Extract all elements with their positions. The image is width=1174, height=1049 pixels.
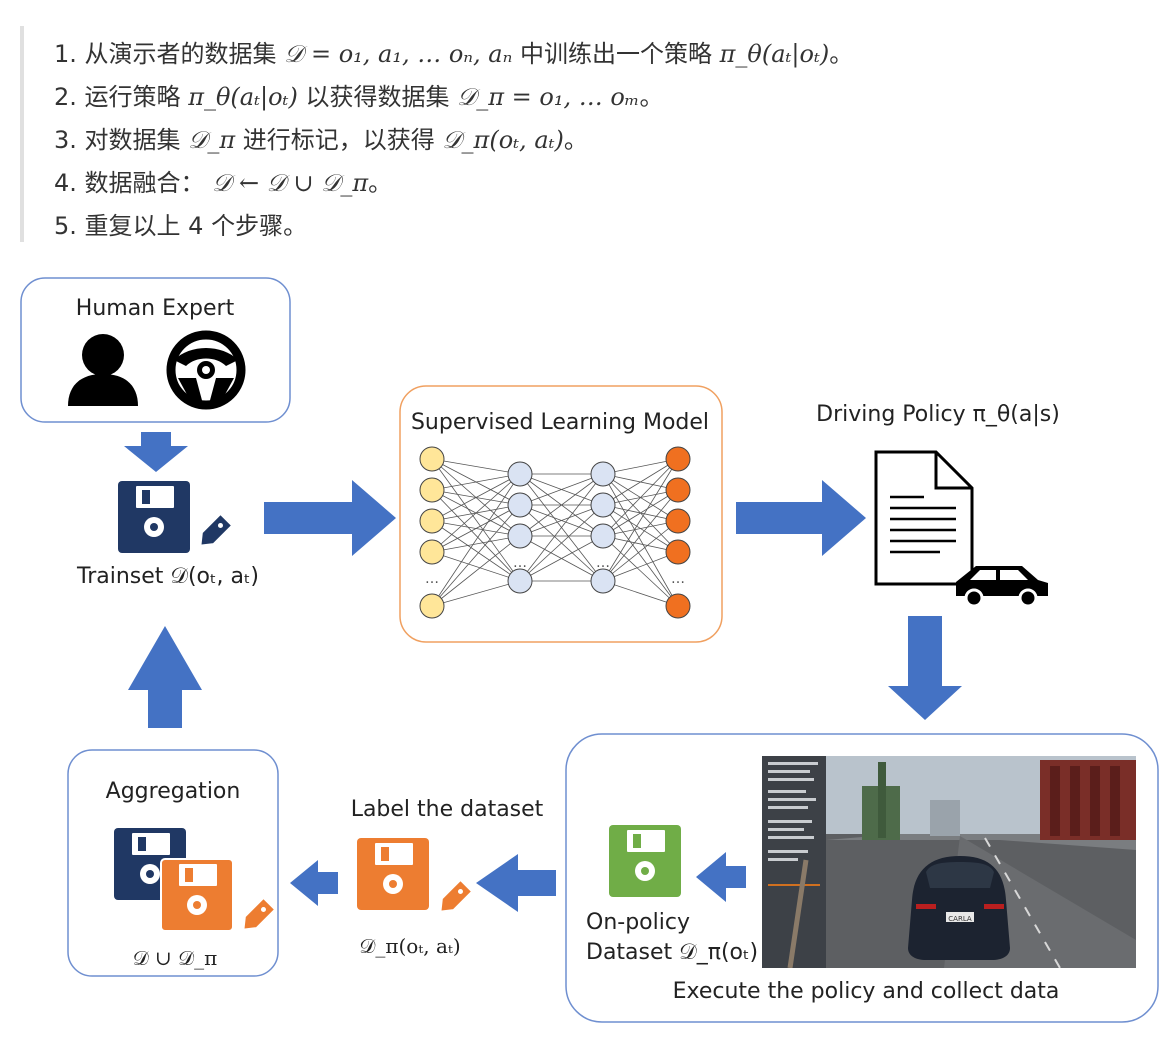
- network-node-l3-1: [590, 461, 616, 487]
- label-formula: 𝒟_π(oₜ, aₜ): [359, 934, 461, 958]
- arrow-to-model: [264, 480, 396, 556]
- trainset-label: Trainset 𝒟(oₜ, aₜ): [76, 564, 260, 589]
- network-node-l2-3: [507, 523, 533, 549]
- aggregation-formula: 𝒟 ∪ 𝒟_π: [132, 946, 218, 970]
- network-node-l2-2: [507, 492, 533, 518]
- dagger-diagram: … … … … CARLA: [20, 277, 1159, 1023]
- ellipsis-col1: …: [425, 571, 439, 587]
- simulator-screenshot: CARLA: [762, 756, 1136, 968]
- trainset-disk-icon: [118, 481, 233, 553]
- network-node-l2-1: [507, 461, 533, 487]
- model-label: Supervised Learning Model: [410, 410, 710, 435]
- network-node-l4-4: [665, 539, 691, 565]
- ellipsis-col2: …: [513, 555, 527, 571]
- onpolicy-line1: On-policy: [586, 910, 690, 935]
- label-disk-icon: [357, 838, 473, 913]
- network-node-l4-2: [665, 477, 691, 503]
- network-node-l3-3: [590, 523, 616, 549]
- network-node-l3-2: [590, 492, 616, 518]
- network-node-l4-5: [665, 593, 691, 619]
- network-node-l2-4: [507, 568, 533, 594]
- network-node-l1-5: [419, 593, 445, 619]
- arrow-to-aggregation: [290, 860, 338, 906]
- arrow-to-label: [476, 854, 556, 912]
- aggregation-label: Aggregation: [105, 779, 241, 804]
- network-node-l1-4: [419, 539, 445, 565]
- human-expert-label: Human Expert: [75, 296, 235, 321]
- document-icon: [874, 450, 974, 586]
- simulated-car: CARLA: [908, 856, 1010, 960]
- arrow-up-to-trainset: [128, 626, 202, 728]
- network-node-l4-3: [665, 508, 691, 534]
- plate-text: CARLA: [948, 915, 972, 923]
- arrow-down-to-trainset: [124, 432, 188, 472]
- arrow-to-policy: [736, 480, 866, 556]
- driving-policy-label: Driving Policy π_θ(a|s): [816, 402, 1060, 427]
- network-node-l4-1: [665, 446, 691, 472]
- tag-icon: [199, 513, 233, 547]
- tag-icon: [439, 879, 473, 913]
- network-node-l3-4: [590, 568, 616, 594]
- ellipsis-col3: …: [596, 555, 610, 571]
- ellipsis-col4: …: [671, 571, 685, 587]
- network-node-l1-3: [419, 508, 445, 534]
- network-node-l1-2: [419, 477, 445, 503]
- arrow-down-to-execute: [888, 616, 962, 720]
- car-icon: [956, 566, 1048, 608]
- network-node-l1-1: [419, 446, 445, 472]
- label-dataset-label: Label the dataset: [350, 797, 544, 822]
- onpolicy-line2: Dataset 𝒟_π(oₜ): [586, 940, 759, 965]
- onpolicy-disk-icon: [609, 825, 681, 897]
- execute-label: Execute the policy and collect data: [672, 979, 1060, 1004]
